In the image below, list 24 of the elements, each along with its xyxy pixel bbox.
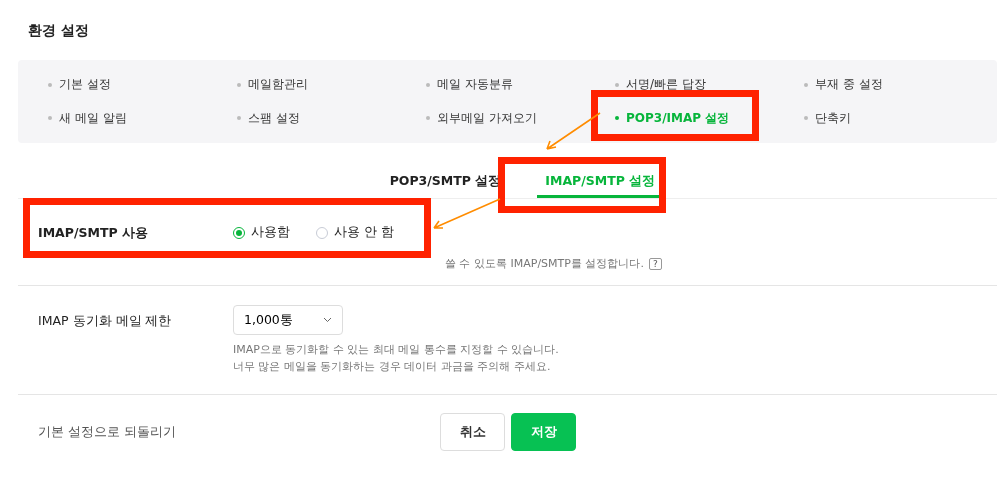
cancel-button[interactable]: 취소 — [440, 413, 505, 451]
radio-option[interactable]: 사용 안 함 — [316, 224, 394, 241]
menu-item[interactable]: 새 메일 알림 — [48, 107, 237, 129]
radio-option[interactable]: 사용함 — [233, 224, 290, 241]
setting-label: IMAP 동기화 메일 제한 — [38, 313, 173, 330]
menu-item[interactable]: 기본 설정 — [48, 74, 237, 96]
menu-item[interactable]: 부재 중 설정 — [804, 74, 993, 96]
menu-item[interactable]: 단축키 — [804, 107, 993, 129]
menu-item[interactable]: 메일함관리 — [237, 74, 426, 96]
setting-label: IMAP/SMTP 사용 — [38, 225, 149, 242]
limit-dropdown[interactable]: 1,000통 — [233, 305, 343, 335]
annotation-arrow — [431, 198, 501, 230]
chevron-down-icon — [323, 317, 332, 323]
menu-item[interactable]: 메일 자동분류 — [426, 74, 615, 96]
page-title: 환경 설정 — [27, 21, 90, 40]
help-icon[interactable]: ? — [648, 257, 662, 270]
menu-item[interactable]: 서명/빠른 답장 — [615, 74, 804, 96]
annotation-arrow — [543, 112, 601, 152]
menu-item[interactable]: 스팸 설정 — [237, 107, 426, 129]
setting-description: 너무 많은 메일을 동기화하는 경우 데이터 과금을 주의해 주세요. — [233, 359, 552, 375]
setting-description: 쓸 수 있도록 IMAP/SMTP를 설정합니다. — [445, 256, 644, 272]
menu-item[interactable]: 외부메일 가져오기 — [426, 107, 615, 129]
setting-description: IMAP으로 동기화할 수 있는 최대 메일 통수를 지정할 수 있습니다. — [233, 342, 560, 358]
reset-link[interactable]: 기본 설정으로 되돌리기 — [38, 423, 440, 441]
